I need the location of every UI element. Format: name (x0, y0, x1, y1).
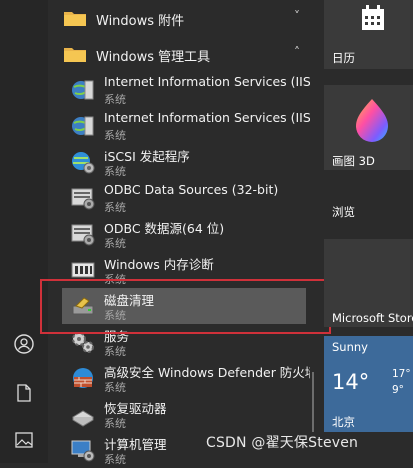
start-left-rail (0, 0, 48, 463)
item-subtitle: 系统 (104, 201, 126, 214)
odbc-icon (71, 224, 95, 246)
item-name: Windows 内存诊断 (104, 257, 214, 272)
list-item[interactable]: ODBC Data Sources (32-bit) 系统 (48, 180, 314, 216)
item-name: Internet Information Services (IIS)... (104, 74, 310, 89)
weather-city: 北京 (332, 415, 355, 429)
item-name: Internet Information Services (IIS)... (104, 110, 310, 125)
tile-microsoft-store[interactable]: Microsoft Store (324, 239, 413, 327)
list-item[interactable]: 恢复驱动器 系统 (48, 396, 314, 432)
tile-label: 日历 (332, 51, 355, 65)
watermark: CSDN @翟天保Steven (206, 435, 359, 451)
item-subtitle: 系统 (104, 165, 126, 178)
list-item[interactable]: Internet Information Services (IIS)... 系… (48, 72, 314, 108)
folder-windows-admin-tools[interactable]: Windows 管理工具 ˄ (48, 36, 314, 72)
tile-paint3d[interactable]: 画图 3D (324, 85, 413, 170)
folder-label: Windows 附件 (96, 14, 185, 29)
paint3d-icon (356, 99, 388, 142)
item-name: ODBC 数据源(64 位) (104, 221, 225, 236)
user-avatar-icon[interactable] (12, 332, 36, 356)
app-list: Windows 附件 ˅ Windows 管理工具 ˄ Internet Inf… (48, 0, 314, 466)
weather-high: 17° (392, 368, 411, 380)
list-item[interactable]: ODBC 数据源(64 位) 系统 (48, 216, 314, 252)
folder-windows-accessories[interactable]: Windows 附件 ˅ (48, 0, 314, 36)
tile-calendar[interactable]: 日历 (324, 0, 413, 69)
weather-temp: 14° (332, 370, 370, 394)
calendar-icon (362, 5, 384, 30)
list-item[interactable]: Internet Information Services (IIS)... 系… (48, 108, 314, 144)
scrollbar[interactable] (312, 372, 314, 432)
globe-gear-icon (72, 152, 95, 174)
tile-label: 画图 3D (332, 154, 375, 168)
pictures-icon[interactable] (12, 428, 36, 452)
weather-low: 9° (392, 384, 404, 396)
folder-label: Windows 管理工具 (96, 50, 211, 65)
folder-icon (64, 12, 86, 26)
item-subtitle: 系统 (104, 237, 126, 250)
item-name: ODBC Data Sources (32-bit) (104, 182, 279, 197)
item-subtitle: 系统 (104, 129, 126, 142)
iis-icon (72, 116, 94, 136)
item-name: 高级安全 Windows Defender 防火墙 (104, 365, 310, 380)
tile-weather[interactable]: Sunny 14° 17° 9° 北京 (324, 336, 413, 432)
weather-condition: Sunny (332, 340, 368, 354)
item-subtitle: 系统 (104, 93, 126, 106)
item-subtitle: 系统 (104, 345, 126, 358)
item-subtitle: 系统 (104, 453, 126, 466)
highlight-box (40, 279, 331, 334)
tile-group-header: 浏览 (332, 205, 355, 219)
recovery-drive-icon (72, 410, 94, 427)
item-name: iSCSI 发起程序 (104, 149, 190, 164)
iis-icon (72, 80, 94, 100)
list-item[interactable]: 高级安全 Windows Defender 防火墙 系统 (48, 360, 314, 396)
firewall-icon (73, 368, 93, 388)
item-subtitle: 系统 (104, 381, 126, 394)
documents-icon[interactable] (12, 381, 36, 405)
tile-label: Microsoft Store (332, 311, 413, 325)
item-name: 恢复驱动器 (104, 401, 167, 416)
odbc-icon (71, 188, 95, 210)
item-subtitle: 系统 (104, 417, 126, 430)
computer-management-icon (71, 440, 95, 462)
list-item[interactable]: iSCSI 发起程序 系统 (48, 144, 314, 180)
folder-icon (64, 48, 86, 62)
chevron-down-icon: ˅ (294, 9, 300, 23)
tile-area: 日历 画图 3D 浏览 Microsoft Store Sunny 14° 17… (324, 0, 413, 463)
chevron-up-icon: ˄ (294, 45, 300, 59)
